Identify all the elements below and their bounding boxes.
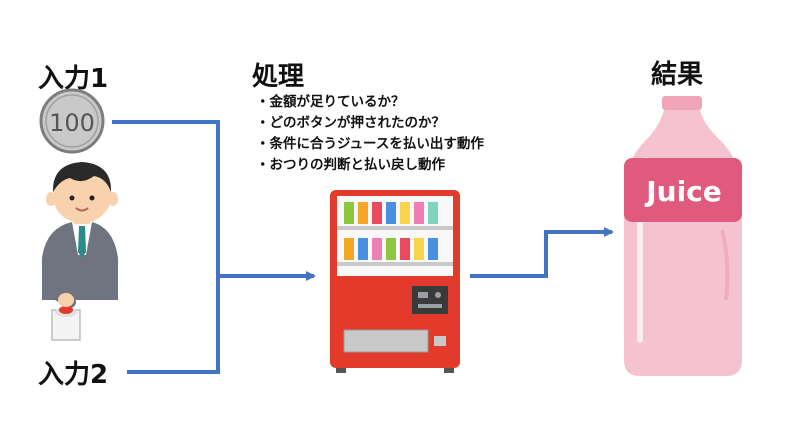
drink-row-bottom bbox=[344, 238, 438, 260]
arrow-to-result bbox=[470, 227, 614, 278]
diagram-canvas: 100 Juice bbox=[39, 88, 742, 376]
coin-value: 100 bbox=[49, 109, 95, 137]
connector-input1 bbox=[112, 120, 220, 276]
vending-machine-icon bbox=[330, 190, 460, 373]
person-pressing-button-icon bbox=[42, 162, 118, 341]
coin-icon: 100 bbox=[39, 88, 105, 154]
bottle-label: Juice bbox=[644, 175, 722, 208]
connector-input2 bbox=[127, 276, 220, 374]
juice-bottle-icon: Juice bbox=[624, 96, 742, 376]
drink-row-top bbox=[344, 202, 438, 224]
